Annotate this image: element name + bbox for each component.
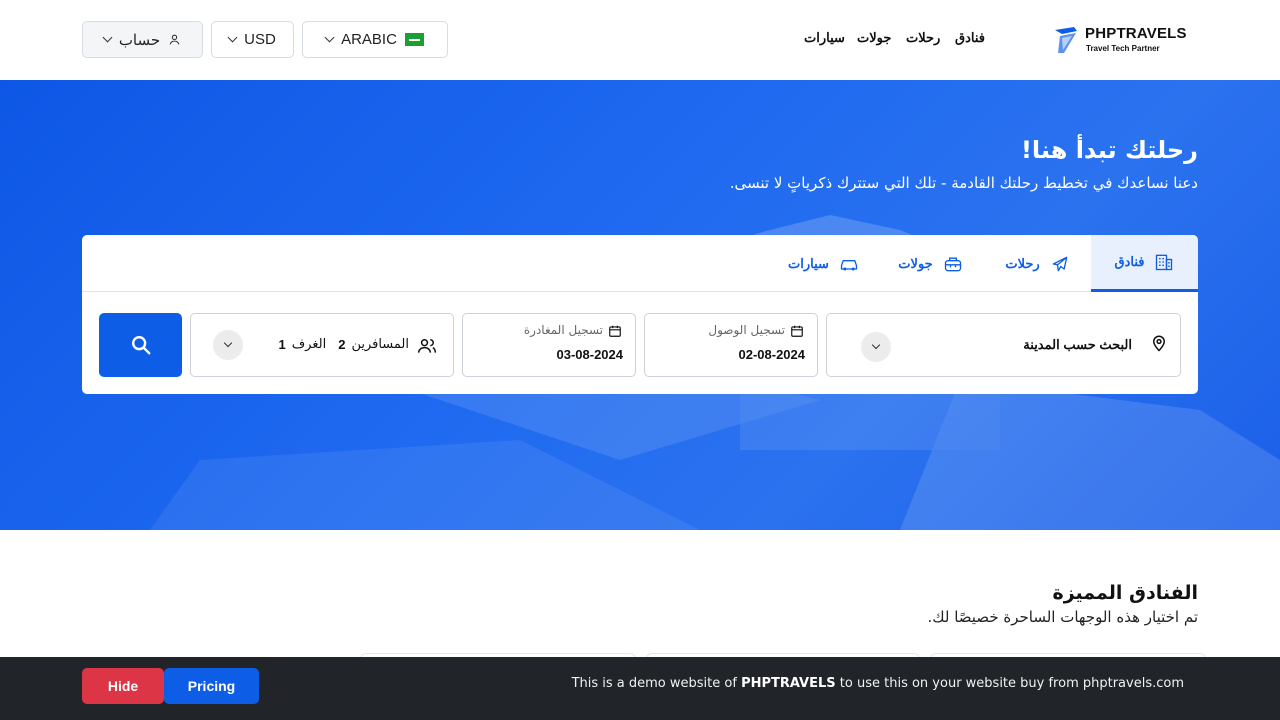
checkin-label: تسجيل الوصول — [708, 323, 785, 337]
chevron-down-icon — [227, 32, 238, 43]
city-search-placeholder: البحث حسب المدينة — [1023, 337, 1132, 352]
demo-text-before: This is a demo website of — [571, 676, 737, 691]
nav-hotels[interactable]: فنادق — [955, 30, 985, 46]
nav-flights[interactable]: رحلات — [906, 30, 940, 46]
currency-dropdown[interactable]: USD — [211, 21, 294, 58]
tab-flights[interactable]: رحلات — [984, 235, 1091, 292]
currency-label: USD — [244, 31, 276, 48]
tab-hotels-label: فنادق — [1114, 254, 1145, 269]
logo-tagline: Travel Tech Partner — [1086, 44, 1160, 53]
demo-notice-bar: This is a demo website of PHPTRAVELS to … — [0, 657, 1280, 720]
search-button[interactable] — [99, 313, 182, 377]
tab-cars-label: سيارات — [788, 255, 829, 271]
logo-title: PHPTRAVELS — [1085, 25, 1187, 42]
car-icon — [840, 259, 858, 270]
tab-cars[interactable]: سيارات — [770, 235, 877, 292]
travellers-dropdown-toggle[interactable] — [213, 330, 243, 360]
nav-cars[interactable]: سيارات — [804, 30, 845, 46]
city-dropdown-toggle[interactable] — [861, 332, 891, 362]
location-pin-icon — [1152, 335, 1166, 352]
hero-subtitle: دعنا نساعدك في تخطيط رحلتك القادمة - تلك… — [729, 174, 1198, 192]
language-dropdown[interactable]: ARABIC — [302, 21, 448, 58]
demo-text-after: to use this on your website buy from php… — [839, 676, 1184, 691]
chevron-down-icon — [871, 340, 881, 350]
users-icon — [417, 339, 437, 353]
search-card: فنادق رحلات جولات سيارات البحث حسب المدي… — [82, 235, 1198, 394]
hero-title: رحلتك تبدأ هنا! — [1020, 136, 1198, 164]
checkout-label: تسجيل المغادرة — [523, 323, 603, 337]
language-label: ARABIC — [341, 31, 397, 48]
brand-logo[interactable]: PHPTRAVELS Travel Tech Partner — [1054, 24, 1187, 56]
featured-hotels-title: الفنادق المميزة — [1052, 582, 1198, 604]
saudi-flag-icon — [404, 33, 424, 46]
search-icon — [131, 336, 150, 355]
tour-bag-icon — [944, 257, 961, 271]
rooms-label: الغرف — [291, 337, 327, 352]
travellers-label: المسافرين — [351, 337, 409, 352]
tab-tours-label: جولات — [898, 255, 933, 271]
travellers-count: 2 — [338, 337, 346, 352]
checkin-date-field[interactable]: تسجيل الوصول 02-08-2024 — [644, 313, 818, 377]
tab-hotels[interactable]: فنادق — [1091, 235, 1198, 292]
hotel-building-icon — [1156, 254, 1173, 271]
checkout-value: 03-08-2024 — [556, 347, 624, 362]
chevron-down-icon — [223, 338, 233, 348]
hide-button[interactable]: Hide — [82, 668, 164, 704]
tab-tours[interactable]: جولات — [877, 235, 984, 292]
top-header: PHPTRAVELS Travel Tech Partner فنادق رحل… — [0, 0, 1280, 80]
search-tabs: فنادق رحلات جولات سيارات — [82, 235, 1198, 292]
tab-flights-label: رحلات — [1005, 255, 1040, 271]
chevron-down-icon — [102, 32, 113, 43]
featured-hotels-subtitle: تم اختيار هذه الوجهات الساحرة خصيصًا لك. — [927, 608, 1198, 626]
nav-tours[interactable]: جولات — [857, 30, 891, 46]
travellers-rooms-field[interactable]: المسافرين 2 الغرف 1 — [190, 313, 454, 377]
account-dropdown[interactable]: حساب — [82, 21, 203, 58]
logo-mark-icon — [1055, 27, 1077, 53]
calendar-icon — [609, 325, 621, 337]
city-search-field[interactable]: البحث حسب المدينة — [826, 313, 1181, 377]
chevron-down-icon — [324, 32, 335, 43]
checkout-date-field[interactable]: تسجيل المغادرة 03-08-2024 — [462, 313, 636, 377]
travellers-summary: المسافرين 2 الغرف 1 — [278, 337, 409, 352]
airplane-icon — [1052, 256, 1067, 271]
rooms-count: 1 — [278, 337, 286, 352]
account-label: حساب — [118, 31, 161, 49]
demo-text-brand: PHPTRAVELS — [741, 676, 836, 691]
pricing-button[interactable]: Pricing — [164, 668, 259, 704]
checkin-value: 02-08-2024 — [738, 347, 806, 362]
demo-notice-text: This is a demo website of PHPTRAVELS to … — [572, 676, 1184, 691]
user-icon — [169, 34, 180, 45]
calendar-icon — [791, 325, 803, 337]
